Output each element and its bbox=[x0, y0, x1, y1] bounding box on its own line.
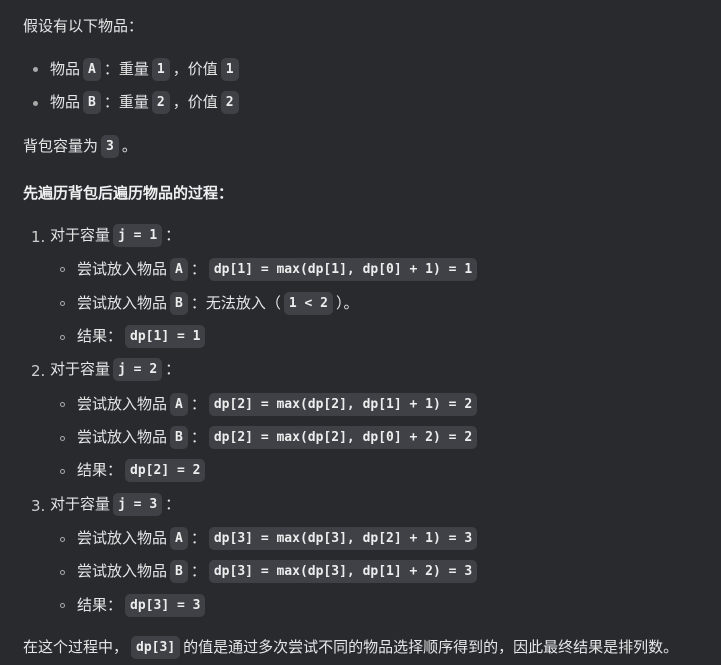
item-value-code: 1 bbox=[220, 57, 239, 81]
sub-item-code: B bbox=[170, 291, 188, 315]
step-colon: ： bbox=[165, 359, 181, 378]
item-value-label: ，价值 bbox=[172, 59, 218, 78]
sub-bullet bbox=[60, 402, 65, 407]
sub-bullet bbox=[60, 570, 65, 575]
sub-formula-code: dp[1] = 1 bbox=[125, 324, 206, 348]
sub-item: 尝试放入物品 A ： dp[1] = max(dp[1], dp[0] + 1)… bbox=[77, 256, 480, 282]
bullet-item-b bbox=[33, 101, 38, 106]
sub-text: 尝试放入物品 bbox=[77, 259, 168, 278]
sub-item: 尝试放入物品 B ： dp[2] = max(dp[2], dp[0] + 2)… bbox=[77, 424, 480, 450]
capacity-suffix: 。 bbox=[121, 136, 137, 155]
item-weight-code: 2 bbox=[151, 90, 170, 114]
item-prefix: 物品 bbox=[50, 59, 81, 78]
conclusion-suffix: 的值是通过多次尝试不同的物品选择顺序得到的，因此最终结果是排列数。 bbox=[183, 637, 679, 656]
item-value-label: ，价值 bbox=[172, 92, 218, 111]
step-number: 1. bbox=[31, 228, 46, 246]
sub-formula-code: 1 < 2 bbox=[283, 291, 333, 315]
sub-bullet bbox=[60, 267, 65, 272]
item-weight-label: ：重量 bbox=[103, 92, 149, 111]
sub-colon: ：无法放入（ bbox=[190, 293, 281, 312]
sub-item: 尝试放入物品 A ： dp[3] = max(dp[3], dp[2] + 1)… bbox=[77, 525, 480, 551]
item-prefix: 物品 bbox=[50, 92, 81, 111]
sub-item: 结果： dp[1] = 1 bbox=[77, 323, 208, 349]
sub-colon: ： bbox=[190, 528, 206, 547]
conclusion-text: 在这个过程中， dp[3] 的值是通过多次尝试不同的物品选择顺序得到的，因此最终… bbox=[23, 634, 678, 660]
bullet-item-a bbox=[33, 67, 38, 72]
step-3: 对于容量 j = 3 ： bbox=[50, 491, 180, 517]
sub-formula-code: dp[2] = 2 bbox=[125, 458, 206, 482]
item-name-code: A bbox=[83, 57, 101, 81]
sub-formula-code: dp[3] = max(dp[3], dp[1] + 2) = 3 bbox=[208, 559, 478, 583]
sub-text: 结果： bbox=[77, 326, 123, 345]
sub-text: 尝试放入物品 bbox=[77, 427, 168, 446]
intro-label: 假设有以下物品： bbox=[23, 16, 144, 35]
capacity-text: 背包容量为 3 。 bbox=[23, 133, 137, 159]
sub-bullet bbox=[60, 537, 65, 542]
sub-bullet bbox=[60, 469, 65, 474]
sub-colon: ： bbox=[190, 259, 206, 278]
step-1: 对于容量 j = 1 ： bbox=[50, 222, 180, 248]
sub-item: 结果： dp[2] = 2 bbox=[77, 457, 208, 483]
sub-colon: ： bbox=[190, 427, 206, 446]
sub-formula-code: dp[3] = max(dp[3], dp[2] + 1) = 3 bbox=[208, 526, 478, 550]
capacity-label: 背包容量为 bbox=[23, 136, 99, 155]
list-item-b: 物品 B ：重量 2 ，价值 2 bbox=[50, 89, 242, 115]
sub-text: 尝试放入物品 bbox=[77, 394, 168, 413]
step-number: 2. bbox=[31, 362, 46, 380]
sub-item: 尝试放入物品 B ：无法放入（ 1 < 2 ）。 bbox=[77, 290, 359, 316]
item-name-code: B bbox=[83, 90, 101, 114]
sub-text: 结果： bbox=[77, 460, 123, 479]
sub-bullet bbox=[60, 335, 65, 340]
capacity-code: 3 bbox=[101, 134, 119, 158]
document: 假设有以下物品： 物品 A ：重量 1 ，价值 1 物品 B ：重量 2 ，价值… bbox=[0, 0, 721, 665]
sub-item-code: A bbox=[170, 392, 188, 416]
intro-text: 假设有以下物品： bbox=[23, 13, 143, 39]
sub-item: 尝试放入物品 B ： dp[3] = max(dp[3], dp[1] + 2)… bbox=[77, 558, 480, 584]
list-item-a: 物品 A ：重量 1 ，价值 1 bbox=[50, 56, 242, 82]
step-2: 对于容量 j = 2 ： bbox=[50, 356, 180, 382]
sub-formula-code: dp[3] = 3 bbox=[125, 593, 206, 617]
sub-colon: ： bbox=[190, 561, 206, 580]
item-value-code: 2 bbox=[220, 90, 239, 114]
step-code: j = 1 bbox=[113, 223, 163, 247]
sub-text: 尝试放入物品 bbox=[77, 293, 168, 312]
sub-item: 结果： dp[3] = 3 bbox=[77, 592, 208, 618]
heading-label: 先遍历背包后遍历物品的过程： bbox=[23, 183, 234, 202]
conclusion-prefix: 在这个过程中， bbox=[23, 637, 129, 656]
sub-item: 尝试放入物品 A ： dp[2] = max(dp[2], dp[1] + 1)… bbox=[77, 391, 480, 417]
sub-item-code: B bbox=[170, 425, 188, 449]
sub-formula-code: dp[1] = max(dp[1], dp[0] + 1) = 1 bbox=[208, 257, 478, 281]
step-colon: ： bbox=[165, 225, 181, 244]
step-label: 对于容量 bbox=[50, 359, 111, 378]
step-label: 对于容量 bbox=[50, 494, 111, 513]
conclusion-code: dp[3] bbox=[131, 635, 181, 659]
item-weight-code: 1 bbox=[151, 57, 170, 81]
step-code: j = 2 bbox=[113, 357, 163, 381]
sub-formula-code: dp[2] = max(dp[2], dp[1] + 1) = 2 bbox=[208, 392, 478, 416]
sub-bullet bbox=[60, 301, 65, 306]
step-colon: ： bbox=[165, 494, 181, 513]
step-label: 对于容量 bbox=[50, 225, 111, 244]
sub-text: 尝试放入物品 bbox=[77, 528, 168, 547]
sub-item-code: A bbox=[170, 526, 188, 550]
sub-formula-code: dp[2] = max(dp[2], dp[0] + 2) = 2 bbox=[208, 425, 478, 449]
sub-text: 尝试放入物品 bbox=[77, 561, 168, 580]
step-code: j = 3 bbox=[113, 492, 163, 516]
sub-text: 结果： bbox=[77, 595, 123, 614]
sub-tail: ）。 bbox=[336, 293, 359, 312]
sub-colon: ： bbox=[190, 394, 206, 413]
item-weight-label: ：重量 bbox=[103, 59, 149, 78]
sub-bullet bbox=[60, 603, 65, 608]
step-number: 3. bbox=[31, 497, 46, 515]
sub-item-code: B bbox=[170, 559, 188, 583]
section-heading: 先遍历背包后遍历物品的过程： bbox=[23, 180, 233, 206]
sub-item-code: A bbox=[170, 257, 188, 281]
sub-bullet bbox=[60, 436, 65, 441]
